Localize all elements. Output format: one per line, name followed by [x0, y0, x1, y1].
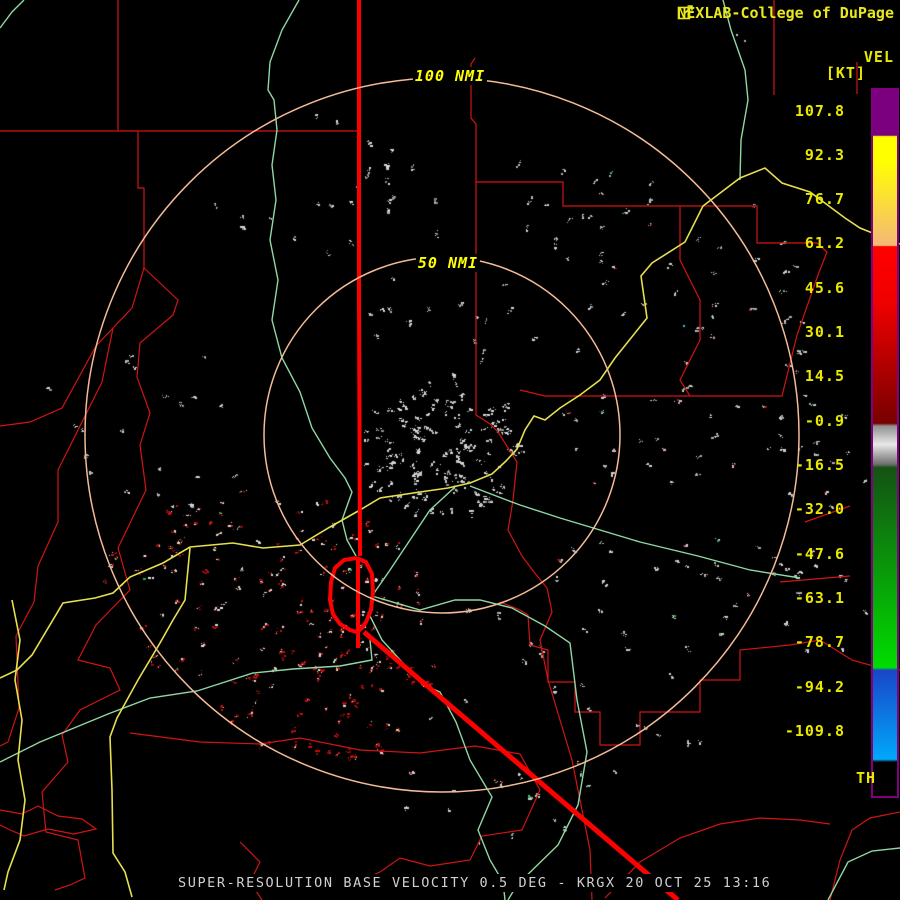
legend-tick-label: 45.6: [804, 278, 845, 297]
legend-tick-label: -78.7: [794, 633, 845, 652]
road-line: [827, 847, 900, 900]
county-boundary-line: [829, 811, 900, 900]
legend-tick-label: 76.7: [804, 190, 845, 209]
legend-tick-label: 30.1: [804, 323, 845, 342]
county-boundary-line: [41, 267, 179, 891]
range-ring-100nmi: [84, 77, 800, 793]
legend-units-label: [KT]: [825, 64, 866, 82]
range-ring-label-100nmi: 100 NMI: [412, 67, 488, 85]
range-ring-50nmi: [263, 256, 621, 614]
legend-tick-label: 14.5: [804, 367, 845, 386]
map-overlay[interactable]: [0, 0, 900, 900]
state-boundary-line: [362, 630, 680, 900]
road-line: [0, 639, 373, 763]
legend-tick-label: -32.0: [794, 500, 845, 519]
legend-tick-label: -16.5: [794, 456, 845, 475]
legend-tick-label: -109.8: [784, 722, 845, 741]
velocity-colorbar: [871, 88, 899, 798]
legend-tick-label: -0.9: [804, 411, 845, 430]
road-line: [722, 0, 749, 181]
range-ring-label-50nmi: 50 NMI: [415, 254, 481, 272]
road-line: [267, 0, 357, 557]
status-bar: SUPER-RESOLUTION BASE VELOCITY 0.5 DEG -…: [175, 874, 775, 892]
legend-tick-label: -63.1: [794, 589, 845, 608]
county-boundary-line: [470, 57, 828, 397]
radar-display: 100 NMI 50 NMI NEXLAB-College of DuPage …: [0, 0, 900, 900]
legend-product-label: VEL: [863, 48, 894, 66]
legend-tick-label: 107.8: [794, 101, 845, 120]
product-status-text: SUPER-RESOLUTION BASE VELOCITY 0.5 DEG -…: [178, 875, 772, 891]
road-line: [3, 599, 26, 891]
county-boundary-line: [679, 206, 701, 397]
site-title: NEXLAB-College of DuPage: [677, 4, 894, 22]
site-header: NEXLAB-College of DuPage: [677, 4, 894, 22]
county-boundary-line: [0, 805, 98, 837]
legend-tick-label: 92.3: [804, 145, 845, 164]
road-line: [371, 486, 456, 597]
road-line: [0, 0, 25, 29]
legend-tick-label: -94.2: [794, 677, 845, 696]
legend-tick-label: 61.2: [804, 234, 845, 253]
road-line: [109, 547, 191, 898]
county-boundary-line: [357, 753, 541, 883]
road-line: [371, 595, 588, 900]
county-boundary-line: [475, 182, 593, 900]
county-boundary-line: [0, 327, 114, 747]
legend-threshold-label: TH: [855, 769, 876, 787]
legend-tick-label: -47.6: [794, 544, 845, 563]
county-boundary-line: [0, 131, 145, 427]
state-boundary-line: [327, 556, 376, 635]
external-link-icon[interactable]: [677, 4, 694, 21]
road-line: [469, 485, 801, 579]
